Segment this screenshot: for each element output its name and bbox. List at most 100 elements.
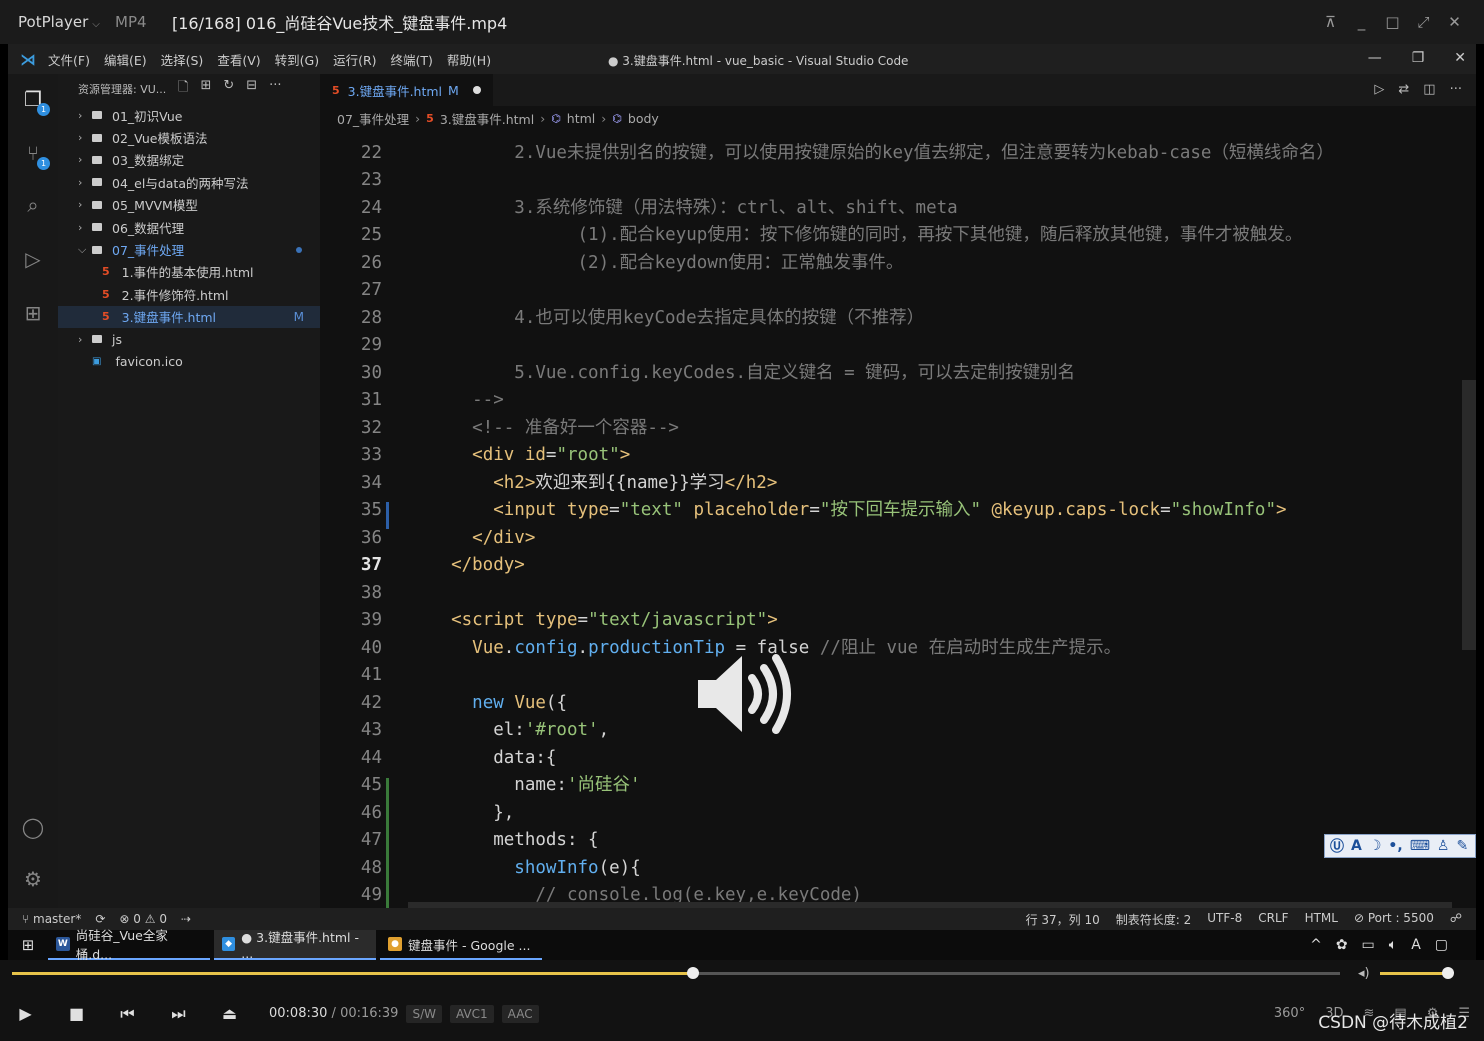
chevron-up-icon[interactable]: ^: [1310, 937, 1322, 953]
tree-item[interactable]: 5 3.键盘事件.html M: [58, 305, 320, 328]
taskbar-item[interactable]: W 尚硅谷_Vue全家桶.d...: [48, 928, 210, 962]
vertical-scrollbar[interactable]: [1462, 380, 1476, 650]
decoder-tag[interactable]: S/W: [406, 1004, 442, 1023]
menu-item[interactable]: 终端(T): [391, 50, 433, 69]
tab-keyboard-events[interactable]: 5 3.键盘事件.html M: [320, 74, 493, 106]
pin-icon[interactable]: ⊼: [1315, 13, 1346, 31]
collapse-all-icon[interactable]: ⊟: [246, 78, 257, 100]
tree-item[interactable]: › 03_数据绑定: [58, 149, 320, 171]
keyboard-icon[interactable]: ⌨: [1410, 838, 1430, 854]
menu-item[interactable]: 查看(V): [217, 50, 260, 69]
close-button[interactable]: ✕: [1454, 50, 1466, 66]
tree-item[interactable]: › js: [58, 328, 320, 350]
ime-logo-icon[interactable]: Ⓤ: [1330, 836, 1344, 856]
search-icon[interactable]: ⌕: [20, 192, 46, 218]
next-icon[interactable]: ⏭: [153, 1004, 204, 1024]
menu-item[interactable]: 帮助(H): [447, 50, 491, 69]
menu-item[interactable]: 文件(F): [48, 50, 90, 69]
problems-indicator[interactable]: ⊗ 0 ⚠ 0: [119, 912, 167, 926]
code-editor[interactable]: 49 // console.log(e.key,e.keyCode) 48 sho…: [320, 130, 1476, 914]
speaker-tray-icon[interactable]: 🔈︎: [1389, 937, 1397, 953]
run-debug-icon[interactable]: ▷: [20, 246, 46, 272]
source-control-icon[interactable]: ⑂ 1: [20, 140, 50, 170]
restore-button[interactable]: ❐: [1412, 50, 1425, 66]
unsaved-dot-icon[interactable]: [472, 86, 481, 94]
taskbar-item[interactable]: ◆ ● 3.键盘事件.html - ...: [214, 930, 376, 961]
sync-icon[interactable]: ⟳: [95, 912, 105, 926]
breadcrumb-html[interactable]: html: [567, 111, 595, 126]
menu-item[interactable]: 选择(S): [161, 50, 204, 69]
eject-icon[interactable]: ⏏: [204, 1004, 255, 1023]
previous-icon[interactable]: ⏮: [102, 1004, 153, 1024]
more-actions-icon[interactable]: ···: [269, 78, 281, 100]
windows-start-icon[interactable]: ⊞: [8, 936, 48, 954]
notification-icon[interactable]: ▢: [1435, 937, 1448, 953]
tree-item[interactable]: › 06_数据代理: [58, 216, 320, 238]
volume-icon[interactable]: ◂): [1358, 966, 1370, 981]
maximize-button[interactable]: □: [1377, 13, 1408, 31]
player-menu-button[interactable]: PotPlayer ⌵: [0, 13, 115, 31]
line-number: 47: [360, 830, 382, 850]
extensions-icon[interactable]: ⊞: [20, 300, 46, 326]
fullscreen-button[interactable]: ⤢: [1408, 13, 1439, 31]
play-icon[interactable]: ▶: [0, 1004, 51, 1023]
line-ending[interactable]: CRLF: [1258, 911, 1288, 928]
run-icon[interactable]: ▷: [1374, 82, 1384, 97]
taskbar-item[interactable]: ● 键盘事件 - Google ...: [380, 930, 542, 960]
ime-language-icon[interactable]: A: [1351, 838, 1362, 854]
video-codec-tag[interactable]: AVC1: [449, 1004, 494, 1023]
tree-item[interactable]: 5 1.事件的基本使用.html: [58, 261, 320, 283]
breadcrumb-folder[interactable]: 07_事件处理: [337, 109, 409, 128]
vscode-window: ⋊ 文件(F) 编辑(E) 选择(S) 查看(V) 转到(G) 运行(R) 终端(T) 帮助(…: [8, 44, 1476, 930]
punctuation-icon[interactable]: •,: [1388, 838, 1402, 854]
seek-bar[interactable]: [12, 967, 1340, 979]
seek-handle[interactable]: [687, 967, 700, 979]
tree-item[interactable]: › 01_初识Vue: [58, 104, 320, 126]
account-icon[interactable]: ◯: [20, 814, 46, 840]
volume-slider[interactable]: [1380, 967, 1454, 979]
menu-item[interactable]: 运行(R): [333, 50, 376, 69]
cursor-position[interactable]: 行 37，列 10: [1026, 911, 1100, 928]
minimize-button[interactable]: _: [1346, 13, 1377, 31]
split-editor-icon[interactable]: ◫: [1423, 82, 1435, 97]
compare-icon[interactable]: ⇄: [1398, 82, 1409, 97]
menu-item[interactable]: 编辑(E): [104, 50, 147, 69]
live-share-icon[interactable]: ⇢: [181, 912, 191, 926]
input-method-icon[interactable]: A: [1411, 937, 1421, 953]
vr-360-button[interactable]: 360°: [1274, 1006, 1305, 1021]
breadcrumb-file[interactable]: 3.键盘事件.html: [440, 109, 534, 128]
volume-handle[interactable]: [1441, 967, 1454, 979]
close-button[interactable]: ✕: [1439, 13, 1470, 31]
breadcrumb-body[interactable]: body: [628, 111, 659, 126]
encoding[interactable]: UTF-8: [1207, 911, 1242, 928]
more-actions-icon[interactable]: ···: [1450, 82, 1462, 97]
tab-size[interactable]: 制表符长度: 2: [1116, 911, 1192, 928]
ime-toolbar[interactable]: Ⓤ A ☽ •, ⌨ ♙ ✎: [1324, 834, 1476, 858]
language-mode[interactable]: HTML: [1305, 911, 1338, 928]
tree-item[interactable]: 5 2.事件修饰符.html: [58, 283, 320, 305]
app-tray-icon[interactable]: ✿: [1336, 937, 1348, 953]
new-folder-icon[interactable]: ⊞: [200, 78, 211, 100]
refresh-icon[interactable]: ↻: [223, 78, 234, 100]
tree-item[interactable]: › 05_MVVM模型: [58, 194, 320, 216]
tree-item[interactable]: › 02_Vue模板语法: [58, 126, 320, 148]
new-file-icon[interactable]: 🗋: [178, 78, 188, 100]
code-line: 34 <h2>欢迎来到{{name}}学习</h2>: [320, 470, 1460, 498]
power-icon[interactable]: ▭: [1362, 937, 1375, 953]
tree-item[interactable]: ▣ favicon.ico: [58, 350, 320, 372]
gear-icon[interactable]: ⚙: [20, 866, 46, 892]
tree-item[interactable]: ⌵ 07_事件处理: [58, 238, 320, 260]
branch-indicator[interactable]: ⑂ master*: [22, 912, 81, 926]
user-icon[interactable]: ♙: [1437, 838, 1450, 854]
minimize-button[interactable]: —: [1368, 50, 1382, 66]
audio-codec-tag[interactable]: AAC: [501, 1004, 539, 1023]
tree-item[interactable]: › 04_el与data的两种写法: [58, 171, 320, 193]
stop-icon[interactable]: ■: [51, 1004, 102, 1023]
feedback-icon[interactable]: ☍: [1450, 911, 1462, 928]
wrench-icon[interactable]: ✎: [1456, 838, 1468, 854]
menu-item[interactable]: 转到(G): [275, 50, 319, 69]
files-icon[interactable]: ❐ 1: [20, 86, 50, 116]
moon-icon[interactable]: ☽: [1369, 838, 1382, 854]
live-server-port[interactable]: ⊘ Port : 5500: [1354, 911, 1434, 928]
